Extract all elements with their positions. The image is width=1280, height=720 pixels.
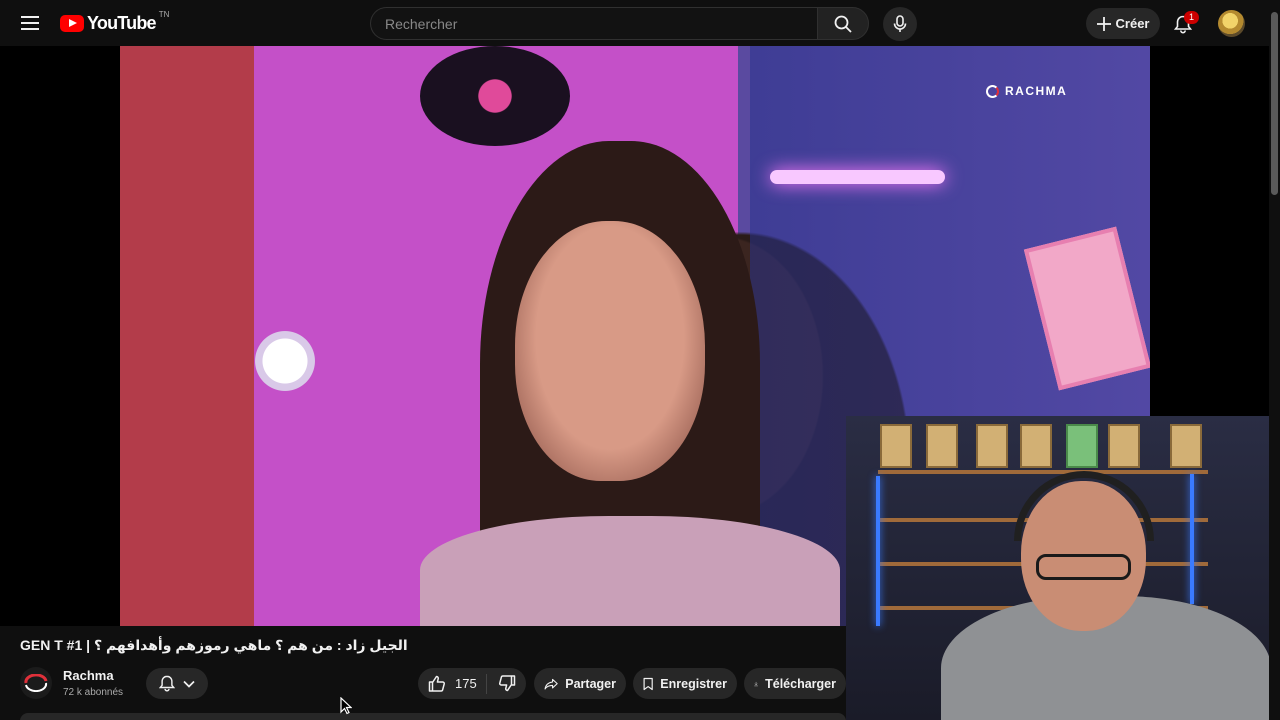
led-strip bbox=[1190, 474, 1194, 604]
streamer-glasses bbox=[1036, 554, 1131, 580]
video-presenter-shirt bbox=[420, 516, 840, 626]
rachma-channel-logo bbox=[24, 674, 48, 692]
shelf-plaque bbox=[1066, 424, 1098, 468]
logo-text: YouTube bbox=[87, 12, 157, 33]
like-button[interactable]: 175 bbox=[418, 668, 486, 699]
search-input[interactable] bbox=[385, 15, 818, 32]
bookmark-icon bbox=[643, 677, 653, 690]
subscription-notifications-button[interactable] bbox=[146, 668, 208, 699]
like-count: 175 bbox=[455, 676, 477, 691]
streamer-headset bbox=[1014, 471, 1154, 541]
subscriber-count: 72 k abonnés bbox=[63, 687, 124, 698]
video-presenter-face bbox=[515, 221, 705, 481]
top-bar: YouTube TN Créer 1 bbox=[0, 0, 1280, 46]
scrollbar-thumb[interactable] bbox=[1271, 12, 1278, 195]
logo-country-code: TN bbox=[158, 9, 170, 19]
dislike-button[interactable] bbox=[487, 668, 526, 699]
page-scrollbar[interactable] bbox=[1269, 0, 1280, 720]
description-box[interactable] bbox=[20, 713, 846, 720]
shelf-poster bbox=[976, 424, 1008, 468]
led-strip bbox=[876, 476, 880, 626]
share-button[interactable]: Partager bbox=[534, 668, 626, 699]
chevron-down-icon bbox=[183, 680, 195, 688]
shelf-poster bbox=[1170, 424, 1202, 468]
video-background-neon bbox=[770, 170, 945, 184]
search-field bbox=[370, 7, 818, 40]
share-icon bbox=[544, 678, 558, 690]
shelf-poster bbox=[1020, 424, 1052, 468]
channel-name[interactable]: Rachma bbox=[63, 668, 114, 683]
save-button[interactable]: Enregistrer bbox=[633, 668, 737, 699]
plus-icon bbox=[1096, 16, 1111, 31]
shelf-poster bbox=[926, 424, 958, 468]
menu-button[interactable] bbox=[14, 7, 46, 39]
video-background-record bbox=[420, 46, 570, 146]
notification-badge: 1 bbox=[1184, 11, 1199, 24]
menu-icon bbox=[21, 16, 39, 30]
share-label: Partager bbox=[565, 676, 616, 691]
shelf-poster bbox=[1108, 424, 1140, 468]
channel-avatar[interactable] bbox=[20, 667, 52, 699]
download-icon bbox=[754, 681, 758, 686]
thumbs-down-icon bbox=[498, 675, 515, 692]
bell-icon bbox=[159, 675, 175, 692]
shelf-poster bbox=[880, 424, 912, 468]
video-background-lamp bbox=[250, 326, 320, 396]
watermark-text: RACHMA bbox=[1005, 84, 1068, 98]
channel-watermark: RACHMA bbox=[986, 84, 1067, 98]
like-dislike-group: 175 bbox=[418, 668, 526, 699]
video-title: GEN T #1 | الجيل زاد : من هم ؟ ماهي رموز… bbox=[20, 637, 408, 653]
account-avatar[interactable] bbox=[1218, 10, 1245, 37]
shelf bbox=[878, 470, 1208, 474]
download-label: Télécharger bbox=[765, 676, 836, 691]
mic-icon bbox=[893, 15, 907, 32]
create-label: Créer bbox=[1115, 16, 1150, 31]
voice-search-button[interactable] bbox=[883, 7, 917, 41]
save-label: Enregistrer bbox=[660, 676, 727, 691]
thumbs-up-icon bbox=[428, 675, 446, 692]
create-button[interactable]: Créer bbox=[1086, 8, 1160, 39]
mouse-cursor bbox=[340, 697, 352, 715]
search-button[interactable] bbox=[817, 7, 869, 40]
youtube-play-icon bbox=[60, 14, 84, 32]
rachma-logo-icon bbox=[986, 84, 999, 98]
webcam-overlay bbox=[846, 416, 1280, 720]
download-button[interactable]: Télécharger bbox=[744, 668, 846, 699]
youtube-logo[interactable]: YouTube TN bbox=[60, 9, 170, 34]
search-icon bbox=[834, 15, 852, 33]
